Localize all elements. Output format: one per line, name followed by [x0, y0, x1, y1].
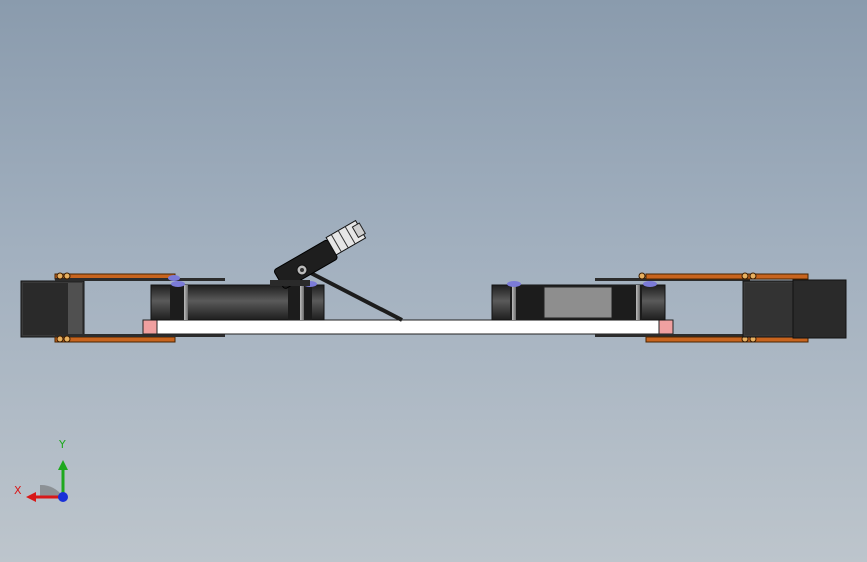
right-wheel-assembly	[491, 281, 666, 321]
base-plate	[142, 319, 674, 335]
cad-model-scene	[20, 219, 847, 343]
3d-viewport[interactable]: Y X	[0, 0, 867, 562]
left-end-block	[20, 280, 85, 338]
right-upper-link	[595, 272, 809, 281]
y-axis-label: Y	[59, 438, 66, 451]
orientation-triad[interactable]: Y X	[10, 438, 80, 510]
left-wheel-assembly	[150, 281, 325, 321]
left-upper-link	[54, 272, 225, 281]
z-axis-dot	[58, 492, 68, 502]
triad-axes	[26, 460, 68, 502]
left-lower-link	[54, 334, 225, 343]
right-end-block	[742, 279, 847, 339]
x-axis-label: X	[14, 484, 22, 497]
